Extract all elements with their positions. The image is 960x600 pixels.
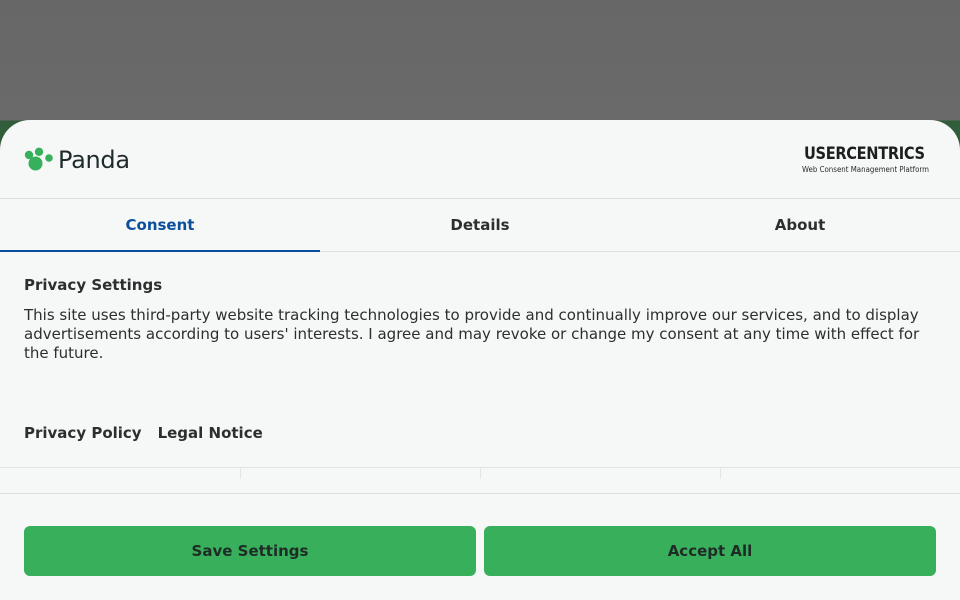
column-divider — [720, 467, 721, 479]
privacy-policy-link[interactable]: Privacy Policy — [24, 424, 142, 442]
consent-panel: Privacy Settings This site uses third-pa… — [24, 276, 936, 363]
save-settings-button[interactable]: Save Settings — [24, 526, 476, 576]
dialog-header: Panda USERCENTRICS Web Consent Managemen… — [0, 120, 960, 198]
brand-name: Panda — [58, 146, 130, 174]
consent-dialog: Panda USERCENTRICS Web Consent Managemen… — [0, 120, 960, 600]
tab-consent[interactable]: Consent — [0, 199, 320, 252]
button-bar: Save Settings Accept All — [0, 493, 960, 600]
paw-icon — [24, 147, 53, 171]
section-title: Privacy Settings — [24, 276, 163, 294]
legal-notice-link[interactable]: Legal Notice — [158, 424, 263, 442]
consent-description: This site uses third-party website track… — [24, 306, 920, 362]
brand-logo: Panda — [24, 146, 130, 174]
tab-details[interactable]: Details — [320, 199, 640, 251]
tab-about[interactable]: About — [640, 199, 960, 251]
provider-name: USERCENTRICS — [804, 144, 925, 164]
footer-links: Privacy Policy Legal Notice — [24, 424, 263, 442]
column-divider — [240, 467, 241, 479]
provider-tagline: Web Consent Management Platform — [802, 165, 930, 174]
column-divider — [480, 467, 481, 479]
tab-bar: Consent Details About — [0, 198, 960, 252]
accept-all-button[interactable]: Accept All — [484, 526, 936, 576]
usercentrics-logo: USERCENTRICS Web Consent Management Plat… — [802, 143, 932, 175]
